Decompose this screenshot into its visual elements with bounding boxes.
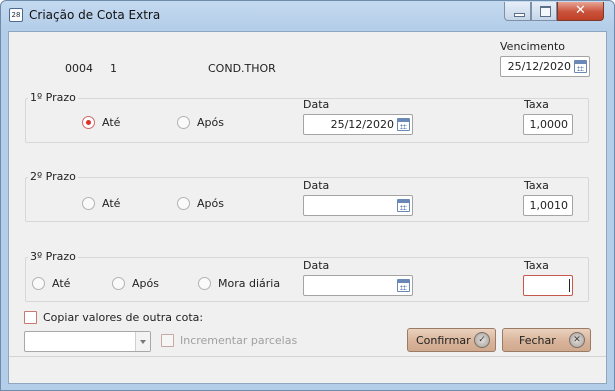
- vencimento-date-field[interactable]: 25/12/2020: [500, 56, 590, 77]
- prazo1-date-value: 25/12/2020: [330, 118, 394, 131]
- incrementar-label: Incrementar parcelas: [180, 334, 298, 347]
- prazo2-apos-label: Após: [197, 197, 224, 210]
- prazo1-taxa-field[interactable]: 1,0000: [523, 114, 573, 135]
- maximize-button[interactable]: [531, 2, 557, 21]
- prazo3-apos-label: Após: [132, 277, 159, 290]
- fechar-label: Fechar: [519, 334, 556, 347]
- prazo3-taxa-field[interactable]: [523, 275, 573, 296]
- prazo2-title: 2º Prazo: [28, 170, 78, 183]
- close-button[interactable]: ✕: [557, 2, 604, 21]
- radio-icon: [177, 197, 190, 210]
- radio-icon: [82, 197, 95, 210]
- prazo1-taxa-label: Taxa: [524, 98, 549, 111]
- radio-icon: [32, 277, 45, 290]
- prazo1-apos-radio[interactable]: Após: [177, 116, 224, 129]
- vencimento-label: Vencimento: [500, 40, 566, 53]
- prazo2-taxa-label: Taxa: [524, 179, 549, 192]
- close-icon: ✕: [569, 332, 585, 348]
- prazo1-ate-label: Até: [102, 116, 121, 129]
- dialog-body: 0004 1 COND.THOR Vencimento 25/12/2020 1…: [8, 31, 607, 384]
- calendar-icon[interactable]: [397, 199, 410, 212]
- fechar-button[interactable]: Fechar ✕: [502, 328, 591, 352]
- condominio-name: COND.THOR: [208, 62, 276, 75]
- prazo2-ate-radio[interactable]: Até: [82, 197, 120, 210]
- prazo2-taxa-value: 1,0010: [529, 199, 569, 212]
- calendar-icon[interactable]: [397, 279, 410, 292]
- cota-code: 0004: [65, 62, 93, 75]
- prazo3-date-field[interactable]: [303, 275, 413, 296]
- prazo3-data-label: Data: [303, 259, 330, 272]
- radio-icon: [177, 116, 190, 129]
- confirmar-label: Confirmar: [416, 334, 471, 347]
- check-icon: ✓: [474, 332, 490, 348]
- prazo1-data-label: Data: [303, 98, 330, 111]
- calendar-icon[interactable]: [397, 118, 410, 131]
- text-caret: [569, 279, 570, 292]
- dialog-window: 28 Criação de Cota Extra ✕ 0004 1 COND.T…: [0, 0, 615, 391]
- minimize-button[interactable]: [504, 2, 531, 21]
- cota-number: 1: [110, 62, 117, 75]
- radio-checked-icon: [82, 116, 95, 129]
- copiar-checkbox[interactable]: [24, 311, 37, 324]
- prazo1-apos-label: Após: [197, 116, 224, 129]
- vencimento-date-value: 25/12/2020: [507, 60, 571, 73]
- incrementar-checkbox[interactable]: [161, 334, 174, 347]
- radio-icon: [198, 277, 211, 290]
- prazo3-mora-radio[interactable]: Mora diária: [198, 277, 280, 290]
- prazo3-taxa-label: Taxa: [524, 259, 549, 272]
- prazo1-ate-radio[interactable]: Até: [82, 116, 120, 129]
- prazo1-taxa-value: 1,0000: [529, 118, 569, 131]
- prazo3-ate-radio[interactable]: Até: [32, 277, 70, 290]
- prazo2-taxa-field[interactable]: 1,0010: [523, 195, 573, 216]
- title-bar[interactable]: 28 Criação de Cota Extra ✕: [1, 1, 614, 31]
- prazo3-apos-radio[interactable]: Após: [112, 277, 159, 290]
- prazo2-ate-label: Até: [102, 197, 121, 210]
- copiar-label: Copiar valores de outra cota:: [43, 311, 204, 324]
- calendar-app-icon: 28: [9, 8, 23, 22]
- prazo2-date-field[interactable]: [303, 195, 413, 216]
- prazo2-data-label: Data: [303, 179, 330, 192]
- chevron-down-icon[interactable]: [135, 332, 150, 351]
- prazo1-date-field[interactable]: 25/12/2020: [303, 114, 413, 135]
- calendar-icon[interactable]: [574, 60, 587, 73]
- prazo3-ate-label: Até: [52, 277, 71, 290]
- prazo1-title: 1º Prazo: [28, 91, 78, 104]
- prazo2-apos-radio[interactable]: Após: [177, 197, 224, 210]
- confirmar-button[interactable]: Confirmar ✓: [407, 328, 496, 352]
- status-bar: [9, 356, 606, 383]
- window-title: Criação de Cota Extra: [29, 8, 161, 22]
- cota-select[interactable]: [24, 331, 151, 352]
- prazo3-title: 3º Prazo: [28, 250, 78, 263]
- radio-icon: [112, 277, 125, 290]
- prazo3-mora-label: Mora diária: [218, 277, 281, 290]
- close-icon: ✕: [575, 3, 586, 18]
